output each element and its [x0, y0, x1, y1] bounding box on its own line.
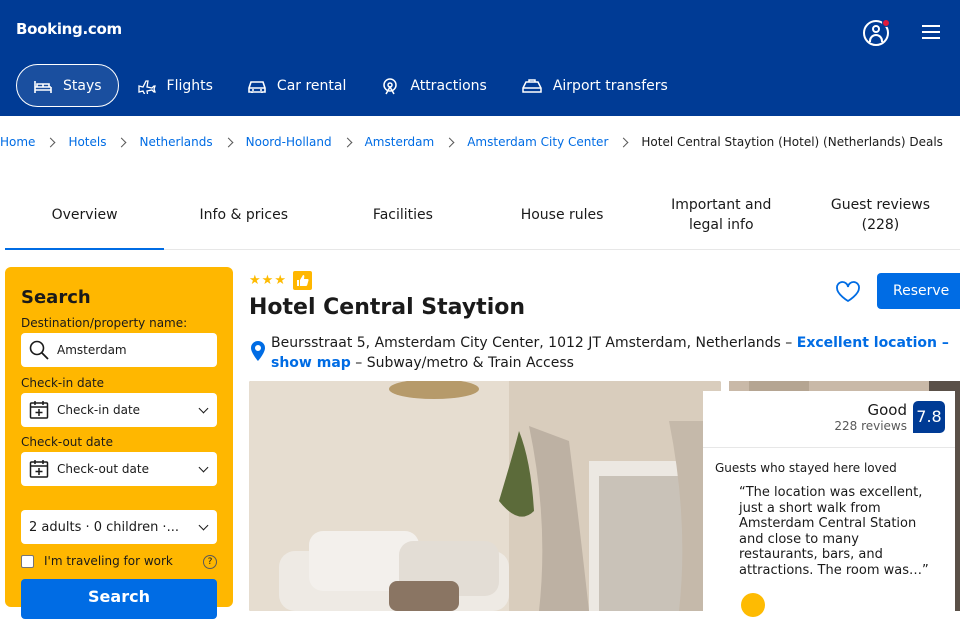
star-icon: ★	[274, 273, 286, 288]
menu-icon[interactable]	[922, 25, 940, 39]
guests-field[interactable]: 2 adults · 0 children ·...	[21, 510, 217, 544]
checkout-value: Check-out date	[57, 462, 149, 476]
nav-flights-label: Flights	[166, 77, 213, 94]
destination-input[interactable]: Amsterdam	[21, 333, 217, 367]
property-tabs: Overview Info & prices Facilities House …	[5, 180, 960, 250]
product-nav: Stays Flights Car rental Attractions Air…	[16, 64, 686, 108]
nav-stays-label: Stays	[63, 77, 102, 94]
tab-overview[interactable]: Overview	[5, 180, 165, 250]
help-icon[interactable]: ?	[203, 555, 217, 569]
access-text: – Subway/metro & Train Access	[355, 355, 574, 371]
review-score: 7.8	[913, 401, 945, 433]
avatar	[741, 593, 765, 617]
nav-car-rental[interactable]: Car rental	[231, 64, 362, 107]
notification-dot	[882, 19, 890, 27]
map-pin-icon	[251, 341, 265, 367]
chevron-down-icon	[198, 462, 209, 473]
tab-facilities[interactable]: Facilities	[323, 180, 482, 249]
review-card: Good 228 reviews 7.8 Guests who stayed h…	[703, 391, 955, 617]
divider	[703, 447, 955, 448]
work-travel-row: I'm traveling for work ?	[21, 554, 217, 569]
search-icon	[29, 340, 49, 360]
star-icon: ★	[261, 273, 274, 288]
search-button[interactable]: Search	[21, 579, 217, 619]
nav-attractions[interactable]: Attractions	[364, 64, 502, 107]
hotel-address: Beursstraat 5, Amsterdam City Center, 10…	[249, 333, 949, 373]
breadcrumb-hotels[interactable]: Hotels	[68, 135, 106, 149]
breadcrumb-current: Hotel Central Staytion (Hotel) (Netherla…	[641, 135, 943, 149]
attractions-icon	[383, 77, 398, 94]
nav-airport-transfers[interactable]: Airport transfers	[505, 64, 684, 107]
nav-car-rental-label: Car rental	[276, 77, 347, 94]
checkin-value: Check-in date	[57, 403, 141, 417]
rating-word: Good	[867, 401, 908, 419]
bed-icon	[34, 80, 52, 93]
car-icon	[248, 80, 266, 93]
site-header: Booking.com Stays Flights Car rental Att…	[0, 0, 960, 116]
reserve-button[interactable]: Reserve	[877, 273, 960, 309]
work-travel-checkbox[interactable]	[21, 554, 34, 568]
nav-stays[interactable]: Stays	[16, 64, 119, 107]
account-icon[interactable]	[863, 19, 890, 46]
booking-logo[interactable]: Booking.com	[16, 20, 122, 38]
breadcrumb-noord-holland[interactable]: Noord-Holland	[246, 135, 332, 149]
breadcrumb-city-center[interactable]: Amsterdam City Center	[467, 135, 608, 149]
heart-icon[interactable]	[835, 281, 861, 307]
tab-legal-info-label: Important and legal info	[671, 196, 772, 233]
tab-guest-reviews-label: Guest reviews (228)	[830, 196, 931, 233]
breadcrumb-netherlands[interactable]: Netherlands	[139, 135, 212, 149]
work-travel-label: I'm traveling for work	[44, 554, 173, 568]
star-rating: ★ ★ ★	[249, 271, 312, 290]
calendar-icon	[29, 460, 49, 478]
review-quote: “The location was excellent, just a shor…	[739, 485, 929, 578]
star-icon: ★	[249, 273, 261, 288]
calendar-icon	[29, 401, 49, 419]
plane-icon	[137, 79, 156, 94]
breadcrumb: Home Hotels Netherlands Noord-Holland Am…	[0, 135, 943, 149]
checkout-label: Check-out date	[21, 435, 113, 449]
rating-summary[interactable]: Good 228 reviews 7.8	[834, 401, 945, 433]
checkin-field[interactable]: Check-in date	[21, 393, 217, 427]
search-title: Search	[21, 287, 91, 308]
chevron-down-icon	[198, 403, 209, 414]
search-panel: Search Destination/property name: Amster…	[5, 267, 233, 619]
checkin-label: Check-in date	[21, 376, 105, 390]
breadcrumb-amsterdam[interactable]: Amsterdam	[365, 135, 435, 149]
tab-house-rules[interactable]: House rules	[483, 180, 642, 249]
chevron-down-icon	[198, 520, 209, 531]
destination-value: Amsterdam	[57, 343, 127, 357]
nav-flights[interactable]: Flights	[121, 64, 229, 107]
thumbs-up-icon[interactable]	[292, 271, 312, 290]
hotel-name: Hotel Central Staytion	[249, 295, 526, 320]
tab-legal-info[interactable]: Important and legal info	[642, 180, 801, 249]
taxi-icon	[522, 78, 542, 93]
tab-guest-reviews[interactable]: Guest reviews (228)	[801, 180, 960, 249]
address-text: Beursstraat 5, Amsterdam City Center, 10…	[271, 335, 793, 351]
breadcrumb-home[interactable]: Home	[0, 135, 35, 149]
checkout-field[interactable]: Check-out date	[21, 452, 217, 486]
tab-info-prices[interactable]: Info & prices	[164, 180, 323, 249]
review-count: 228 reviews	[834, 419, 907, 433]
guests-loved-label: Guests who stayed here loved	[715, 461, 897, 475]
hotel-main-photo[interactable]	[249, 381, 721, 611]
nav-attractions-label: Attractions	[410, 77, 487, 94]
nav-airport-transfers-label: Airport transfers	[552, 77, 668, 94]
guests-value: 2 adults · 0 children ·...	[29, 519, 179, 535]
destination-label: Destination/property name:	[21, 316, 188, 330]
